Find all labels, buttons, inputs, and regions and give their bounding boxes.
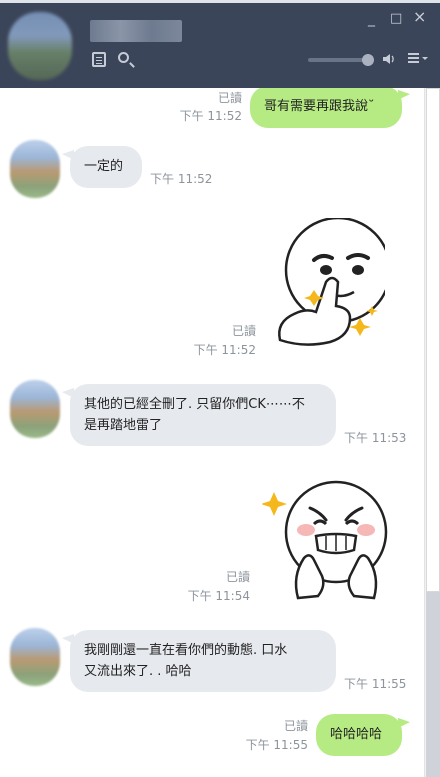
menu-icon[interactable] — [408, 52, 428, 68]
chat-scrollbar[interactable] — [424, 88, 440, 777]
message-time: 下午 11:52 — [179, 109, 242, 123]
contact-avatar-small[interactable] — [10, 380, 60, 438]
message-time: 下午 11:55 — [344, 677, 407, 691]
message-text-line-1: 我剛剛還一直在看你們的動態. 口水 — [84, 643, 288, 658]
message-text-line-1: 其他的已經全刪了. 只留你們CK⋯⋯不 — [84, 397, 305, 412]
contact-avatar[interactable] — [8, 12, 72, 80]
message-bubble-outgoing[interactable]: 哥有需要再跟我說˘ — [250, 88, 402, 128]
maximize-button[interactable]: □ — [390, 12, 402, 26]
chat-message-list[interactable]: 已讀 下午 11:52 哥有需要再跟我說˘ 一定的 下午 11:52 已讀 下午… — [0, 88, 424, 777]
read-receipt: 已讀 — [283, 719, 308, 733]
contact-avatar-small[interactable] — [10, 628, 60, 686]
scrollbar-track-upper[interactable] — [426, 88, 440, 592]
read-receipt: 已讀 — [231, 324, 256, 338]
message-text-line-2: 是再踏地雷了 — [84, 418, 163, 433]
message-text-line-2: 又流出來了. . 哈哈 — [84, 664, 192, 679]
scrollbar-thumb[interactable] — [426, 592, 440, 777]
read-receipt: 已讀 — [225, 570, 250, 584]
message-time: 下午 11:52 — [193, 343, 256, 357]
smug-thumbs-up-sticker[interactable] — [270, 216, 392, 360]
chat-header: _ □ × — [0, 0, 440, 88]
window-top-border — [0, 0, 440, 3]
message-time: 下午 11:53 — [344, 431, 407, 445]
search-icon[interactable] — [118, 52, 129, 63]
giggling-face-sticker[interactable] — [261, 472, 390, 606]
notes-icon[interactable] — [92, 52, 106, 67]
message-text: 哈哈哈哈 — [330, 727, 383, 742]
message-text: 哥有需要再跟我說˘ — [264, 99, 375, 114]
minimize-button[interactable]: _ — [368, 12, 375, 26]
message-bubble-incoming[interactable]: 一定的 — [70, 146, 142, 188]
message-time: 下午 11:55 — [245, 738, 308, 752]
message-text: 一定的 — [84, 159, 124, 174]
volume-slider-knob[interactable] — [362, 54, 374, 66]
contact-avatar-small[interactable] — [10, 140, 60, 198]
message-bubble-incoming[interactable]: 其他的已經全刪了. 只留你們CK⋯⋯不 是再踏地雷了 — [70, 384, 336, 446]
read-receipt: 已讀 — [217, 91, 242, 105]
message-bubble-outgoing[interactable]: 哈哈哈哈 — [316, 714, 402, 756]
close-button[interactable]: × — [413, 9, 426, 25]
message-time: 下午 11:54 — [187, 589, 250, 603]
message-bubble-incoming[interactable]: 我剛剛還一直在看你們的動態. 口水 又流出來了. . 哈哈 — [70, 630, 336, 692]
contact-name-blurred[interactable] — [90, 20, 182, 42]
speaker-icon[interactable] — [382, 52, 396, 70]
volume-slider[interactable] — [308, 54, 374, 66]
message-time: 下午 11:52 — [150, 172, 213, 186]
